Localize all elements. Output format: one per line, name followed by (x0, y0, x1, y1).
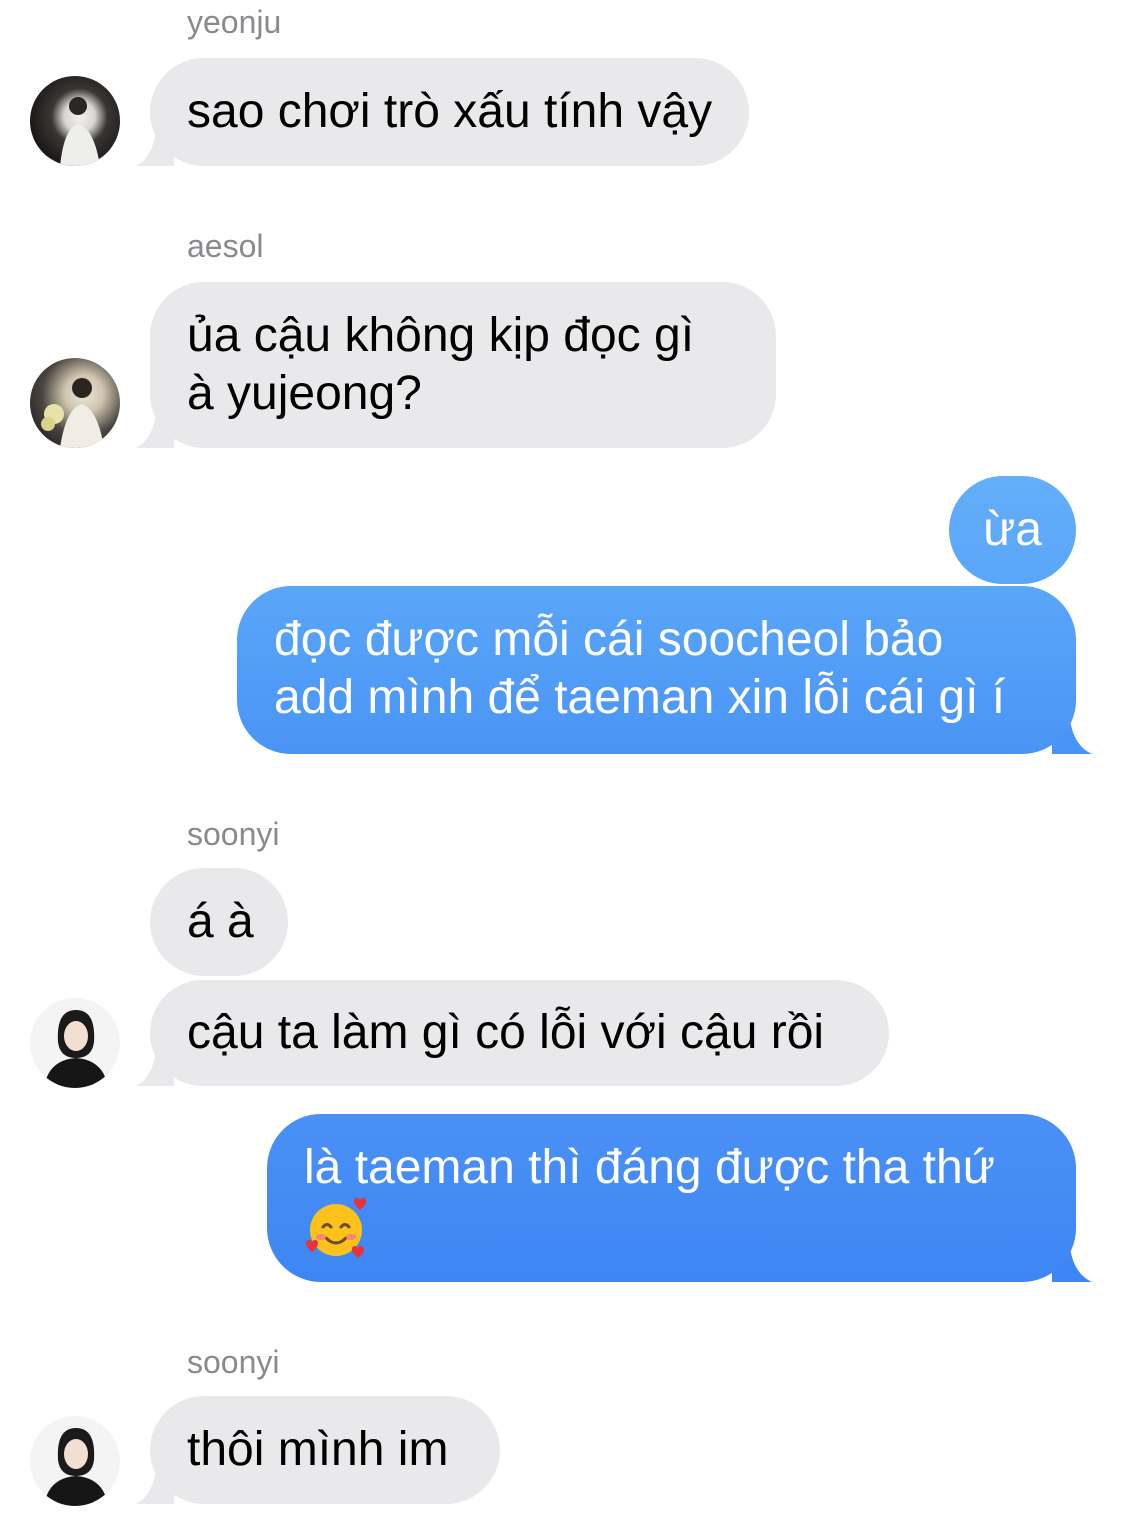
sender-name: yeonju (187, 4, 282, 40)
avatar-soonyi[interactable] (30, 1416, 120, 1506)
message-text: ừa (983, 503, 1042, 556)
sender-name: soonyi (187, 1344, 280, 1380)
message-text: add mình để taeman xin lỗi cái gì í (274, 671, 1006, 724)
message-bubble[interactable]: thôi mình im (150, 1396, 500, 1504)
message-text: sao chơi trò xấu tính vậy (187, 85, 713, 138)
smiling-face-with-hearts-icon (306, 1198, 366, 1259)
message-text: thôi mình im (187, 1423, 449, 1476)
message-bubble[interactable]: ừa (949, 476, 1076, 584)
message-bubble[interactable]: á à (150, 868, 288, 976)
avatar-yeonju[interactable] (30, 76, 120, 166)
avatar-photo-icon (44, 1010, 108, 1088)
message-text: đọc được mỗi cái soocheol bảo (274, 613, 944, 666)
message-bubble[interactable]: sao chơi trò xấu tính vậy (150, 58, 750, 166)
message-bubble[interactable]: đọc được mỗi cái soocheol bảo add mình đ… (237, 586, 1076, 754)
avatar-photo-icon (60, 97, 100, 166)
sender-name: aesol (187, 228, 264, 264)
sender-name: soonyi (187, 816, 280, 852)
avatar-aesol[interactable] (30, 358, 120, 448)
message-bubble[interactable]: là taeman thì đáng được tha thứ (267, 1114, 1076, 1282)
avatar-photo-icon (41, 378, 104, 448)
message-bubble[interactable]: cậu ta làm gì có lỗi với cậu rồi (150, 980, 889, 1086)
message-text: à yujeong? (187, 367, 422, 420)
message-text: là taeman thì đáng được tha thứ (304, 1141, 995, 1194)
avatar-photo-icon (44, 1428, 108, 1506)
message-bubble[interactable]: ủa cậu không kịp đọc gì à yujeong? (150, 282, 776, 448)
avatar-soonyi[interactable] (30, 998, 120, 1088)
message-text: ủa cậu không kịp đọc gì (187, 309, 695, 362)
message-text: á à (187, 895, 254, 948)
message-text: cậu ta làm gì có lỗi với cậu rồi (187, 1006, 825, 1059)
